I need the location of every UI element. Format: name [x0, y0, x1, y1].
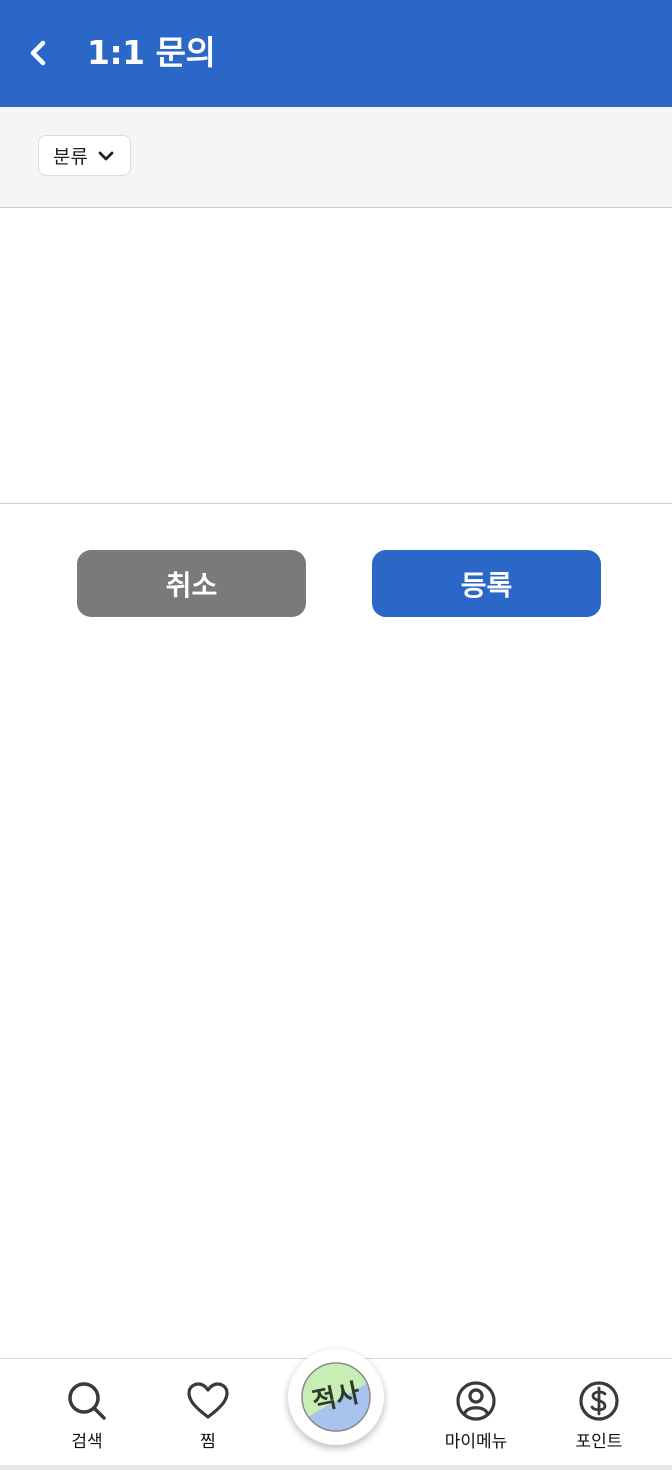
- chevron-down-icon: [98, 150, 114, 162]
- category-select-label: 분류: [53, 146, 88, 168]
- nav-label-search: 검색: [71, 1432, 103, 1452]
- back-button[interactable]: [18, 30, 58, 76]
- nav-item-favorites[interactable]: 찜: [158, 1379, 258, 1452]
- inquiry-content-input[interactable]: [0, 208, 672, 504]
- heart-icon: [186, 1379, 230, 1423]
- dollar-circle-icon: [577, 1379, 621, 1423]
- nav-item-search[interactable]: 검색: [37, 1379, 137, 1452]
- category-select[interactable]: 분류: [38, 135, 131, 176]
- nav-label-mymenu: 마이메뉴: [444, 1432, 508, 1452]
- search-icon: [65, 1379, 109, 1423]
- logo-badge: 적사: [301, 1362, 371, 1432]
- nav-item-mymenu[interactable]: 마이메뉴: [426, 1379, 526, 1452]
- app-root: 1:1 문의 분류 취소 등록 검색 찜 마이메뉴 포인트 적사: [0, 0, 672, 1470]
- nav-label-favorites: 찜: [200, 1432, 216, 1452]
- page-title: 1:1 문의: [87, 33, 216, 72]
- user-circle-icon: [454, 1379, 498, 1423]
- cancel-button[interactable]: 취소: [77, 550, 306, 617]
- category-bar: 분류: [0, 107, 672, 208]
- nav-item-point[interactable]: 포인트: [549, 1379, 649, 1452]
- app-header: 1:1 문의: [0, 0, 672, 107]
- chevron-left-icon: [30, 40, 46, 66]
- submit-button[interactable]: 등록: [372, 550, 601, 617]
- bottom-strip: [0, 1465, 672, 1470]
- home-logo-button[interactable]: 적사: [288, 1349, 384, 1445]
- nav-label-point: 포인트: [575, 1432, 623, 1452]
